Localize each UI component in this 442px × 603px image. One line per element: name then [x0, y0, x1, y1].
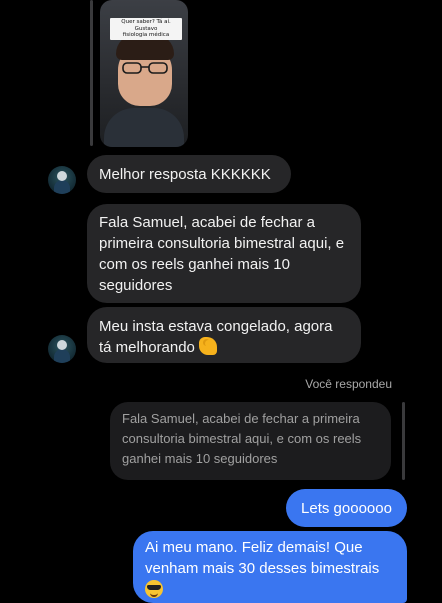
flexed-biceps-icon — [199, 337, 218, 355]
message-thread: Quer saber? Tá aí. Gustavo fisiologia mé… — [0, 0, 442, 603]
sender-avatar[interactable] — [48, 166, 76, 194]
reel-caption-line-1: Quer saber? Tá aí. Gustavo — [121, 19, 171, 32]
message-text: Lets goooooo — [301, 499, 392, 517]
reel-caption-line-2: fisiologia médica — [122, 32, 170, 38]
message-text: Fala Samuel, acabei de fechar a primeira… — [99, 214, 345, 294]
message-text: Ai meu mano. Feliz demais! Que venham ma… — [145, 539, 380, 577]
reply-indicator-bar — [402, 402, 405, 480]
outgoing-message[interactable]: Ai meu mano. Feliz demais! Que venham ma… — [133, 531, 407, 603]
message-text-wrap: Meu insta estava congelado, agora tá mel… — [99, 313, 349, 358]
avatar-head — [57, 340, 67, 350]
reel-person-shirt — [104, 108, 184, 147]
outgoing-message[interactable]: Lets goooooo — [286, 489, 407, 527]
avatar-head — [57, 171, 67, 181]
sender-avatar[interactable] — [48, 335, 76, 363]
message-text: Melhor resposta KKKKKK — [99, 165, 271, 183]
you-replied-label: Você respondeu — [305, 377, 392, 391]
emoji-row — [145, 579, 395, 600]
reel-person-glasses — [122, 62, 168, 74]
incoming-message[interactable]: Melhor resposta KKKKKK — [87, 155, 291, 193]
incoming-message[interactable]: Meu insta estava congelado, agora tá mel… — [87, 307, 361, 363]
incoming-message[interactable]: Fala Samuel, acabei de fechar a primeira… — [87, 204, 361, 303]
reply-indicator-bar — [90, 0, 93, 146]
reel-caption: Quer saber? Tá aí. Gustavo fisiologia mé… — [110, 18, 182, 40]
sunglasses-face-icon — [145, 580, 163, 598]
avatar-body — [54, 180, 70, 194]
avatar-body — [54, 349, 70, 363]
shared-reel-thumbnail[interactable]: Quer saber? Tá aí. Gustavo fisiologia mé… — [100, 0, 188, 147]
quoted-message[interactable]: Fala Samuel, acabei de fechar a primeira… — [110, 402, 391, 480]
